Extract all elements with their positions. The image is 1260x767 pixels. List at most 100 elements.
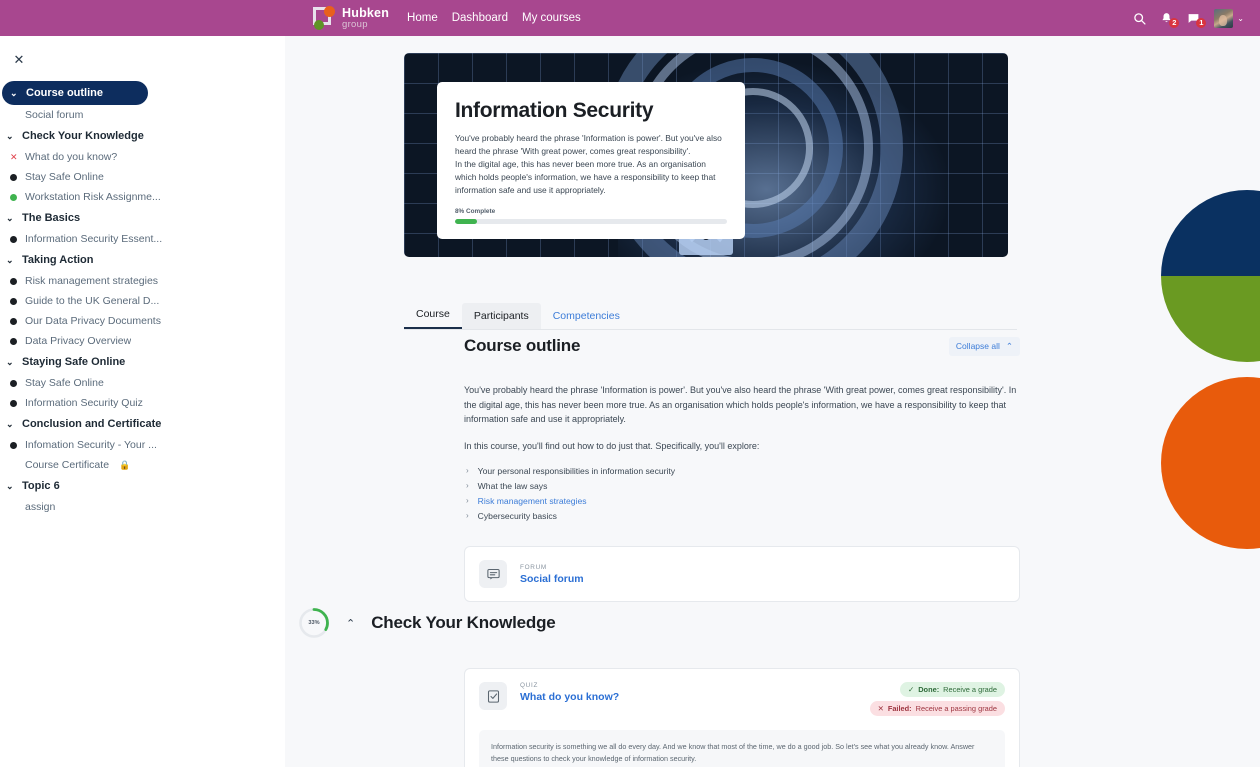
- messages-icon[interactable]: 1: [1187, 12, 1207, 28]
- activity-name-link[interactable]: What do you know?: [520, 691, 619, 703]
- incomplete-icon: [10, 277, 17, 285]
- course-index-drawer: ✕ ⌄ Course outline Social forum ⌄ Check Your…: [0, 36, 285, 767]
- course-index-item[interactable]: Data Privacy Overview: [0, 331, 285, 351]
- logo-subtext: group: [342, 19, 368, 30]
- tab-participants[interactable]: Participants: [461, 303, 541, 329]
- nav-link-dashboard[interactable]: Dashboard: [452, 12, 508, 24]
- course-index-list: ⌄ Course outline Social forum ⌄ Check Your K…: [0, 81, 285, 517]
- primary-nav: Home Dashboard My courses: [407, 12, 581, 24]
- check-icon: ✓: [908, 685, 915, 694]
- course-content: Information Security You've probably hea…: [285, 36, 1260, 767]
- cross-icon: ✕: [877, 704, 884, 713]
- course-index-item-label: Course Certificate: [25, 459, 110, 471]
- hero-summary-card: Information Security You've probably hea…: [437, 82, 745, 240]
- explore-list-item-label[interactable]: Risk management strategies: [478, 494, 587, 509]
- course-index-item-label: Information Security Quiz: [25, 397, 143, 409]
- course-index-item-label: Information Security Essent...: [25, 233, 163, 245]
- chevron-down-icon: ⌄: [6, 480, 14, 491]
- status-badge-failed-text: Receive a passing grade: [915, 704, 997, 713]
- incomplete-icon: [10, 379, 17, 387]
- course-outline-heading: Course outline: [464, 336, 581, 355]
- course-index-item[interactable]: Guide to the UK General D...: [0, 291, 285, 311]
- course-index-item[interactable]: Stay Safe Online: [0, 373, 285, 393]
- notifications-bell-icon[interactable]: 2: [1160, 12, 1180, 28]
- incomplete-icon: [10, 173, 17, 181]
- close-icon[interactable]: ✕: [8, 49, 30, 71]
- bullet-marker-icon: ›: [466, 481, 469, 491]
- course-index-section[interactable]: ⌄ Taking Action: [0, 249, 285, 271]
- brand-logo[interactable]: Hubken group: [313, 6, 389, 30]
- explore-list: › Your personal responsibilities in infor…: [464, 464, 1020, 524]
- incomplete-icon: [10, 399, 17, 407]
- chevron-up-icon: ⌃: [1005, 340, 1013, 351]
- course-progress-fill: [455, 219, 477, 225]
- course-index-section[interactable]: ⌄ Staying Safe Online: [0, 351, 285, 373]
- course-index-section-label: Staying Safe Online: [22, 356, 126, 368]
- collapse-all-label: Collapse all: [955, 341, 1000, 351]
- course-index-section-label: Taking Action: [22, 254, 94, 266]
- explore-list-item[interactable]: › Risk management strategies: [464, 494, 1020, 509]
- activity-card-forum[interactable]: FORUM Social forum: [464, 546, 1020, 603]
- section-progress-percent: 33%: [308, 620, 320, 626]
- section-title: Check Your Knowledge: [371, 613, 556, 632]
- hero-paragraph-1: You've probably heard the phrase 'Inform…: [455, 133, 722, 157]
- course-index-item[interactable]: ✕ What do you know?: [0, 147, 285, 167]
- status-badge-failed: ✕ Failed: Receive a passing grade: [869, 701, 1005, 716]
- collapse-all-button[interactable]: Collapse all ⌃: [948, 336, 1020, 356]
- notifications-badge: 2: [1169, 17, 1180, 28]
- tab-competencies[interactable]: Competencies: [541, 303, 632, 329]
- status-badge-done-title: Done:: [918, 685, 940, 694]
- course-index-item[interactable]: Information Security Quiz: [0, 393, 285, 413]
- course-index-section-label: Conclusion and Certificate: [22, 418, 162, 430]
- main-region: Information Security You've probably hea…: [285, 36, 1260, 767]
- course-index-item[interactable]: Infomation Security - Your ...: [0, 435, 285, 455]
- search-icon[interactable]: [1133, 12, 1146, 25]
- course-progress-bar: [455, 219, 727, 225]
- course-index-item[interactable]: assign: [0, 497, 285, 517]
- course-index-section[interactable]: ⌄ The Basics: [0, 207, 285, 229]
- course-index-section-label: Topic 6: [22, 480, 60, 492]
- chevron-down-icon: ⌄: [6, 418, 14, 429]
- course-index-item[interactable]: Information Security Essent...: [0, 229, 285, 249]
- course-index-item-label: Data Privacy Overview: [25, 335, 132, 347]
- nav-link-home[interactable]: Home: [407, 12, 438, 24]
- chevron-down-icon: ⌄: [1237, 13, 1244, 23]
- user-menu[interactable]: ⌄: [1214, 8, 1244, 28]
- complete-icon: [10, 193, 17, 201]
- explore-list-item-label: What the law says: [477, 481, 548, 492]
- chevron-down-icon: ⌄: [6, 212, 14, 223]
- course-index-section[interactable]: ⌄ Conclusion and Certificate: [0, 413, 285, 435]
- activity-name-link[interactable]: Social forum: [520, 573, 584, 585]
- failed-icon: ✕: [10, 151, 18, 162]
- course-index-item[interactable]: Workstation Risk Assignme...: [0, 187, 285, 207]
- chevron-down-icon: ⌄: [6, 356, 14, 367]
- course-index-item[interactable]: Social forum: [0, 105, 285, 125]
- course-index-item-label: Our Data Privacy Documents: [25, 315, 161, 327]
- course-index-item-label: Stay Safe Online: [25, 171, 104, 183]
- explore-list-item: › Your personal responsibilities in infor…: [464, 464, 1020, 479]
- course-index-section-label: Check Your Knowledge: [22, 130, 144, 142]
- activity-description: Information security is something we all…: [479, 730, 1005, 767]
- tab-course[interactable]: Course: [404, 301, 462, 329]
- status-badge-done-text: Receive a grade: [943, 685, 997, 694]
- course-tabs: Course Participants Competencies: [404, 301, 1017, 330]
- section-collapse-chevron-icon[interactable]: ⌃: [346, 617, 355, 630]
- explore-list-item: › What the law says: [464, 479, 1020, 494]
- progress-label: 8% Complete: [455, 208, 496, 216]
- status-badge-failed-title: Failed:: [887, 704, 912, 713]
- messages-badge: 1: [1196, 17, 1207, 28]
- course-index-section[interactable]: ⌄ Topic 6: [0, 475, 285, 497]
- course-index-item[interactable]: Our Data Privacy Documents: [0, 311, 285, 331]
- activity-card-quiz[interactable]: QUIZ What do you know? ✓ Done: Receive a…: [464, 668, 1020, 767]
- course-index-item[interactable]: Stay Safe Online: [0, 167, 285, 187]
- forum-icon: [479, 560, 507, 589]
- nav-link-my-courses[interactable]: My courses: [522, 12, 581, 24]
- hero-paragraph-2: In the digital age, this has never been …: [455, 159, 716, 196]
- course-hero-banner: Information Security You've probably hea…: [404, 53, 1008, 257]
- course-index-item[interactable]: Course Certificate 🔒: [0, 455, 285, 475]
- course-index-item[interactable]: Risk management strategies: [0, 271, 285, 291]
- course-index-section[interactable]: ⌄ Check Your Knowledge: [0, 125, 285, 147]
- page-title: Information Security: [455, 99, 654, 122]
- course-index-section[interactable]: ⌄ Course outline: [2, 81, 148, 105]
- course-index-section-label: Course outline: [26, 87, 104, 99]
